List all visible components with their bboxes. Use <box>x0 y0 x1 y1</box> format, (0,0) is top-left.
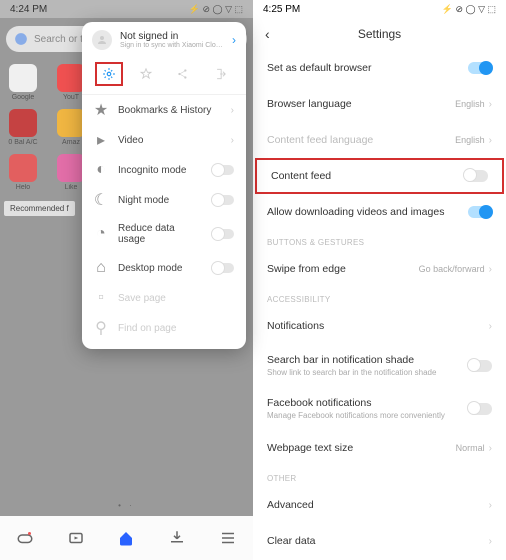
row-clear-data[interactable]: Clear data › <box>253 523 506 559</box>
chevron-right-icon: › <box>489 321 492 332</box>
search-placeholder: Search or ty <box>34 34 88 45</box>
page-title: Settings <box>285 27 474 41</box>
chevron-right-icon: › <box>489 99 492 110</box>
app-icon[interactable] <box>9 64 37 92</box>
chevron-right-icon: › <box>489 264 492 275</box>
app-label: Helo <box>16 184 30 191</box>
app-label: YouT <box>63 94 79 101</box>
menu-icon[interactable] <box>219 529 237 547</box>
toggle[interactable] <box>468 62 492 74</box>
game-icon[interactable] <box>16 529 34 547</box>
toggle[interactable] <box>468 360 492 372</box>
menu-data[interactable]: ◔ Reduce data usage <box>82 215 246 253</box>
share-button[interactable] <box>169 62 197 86</box>
chevron-right-icon: › <box>489 443 492 454</box>
status-icons: ⚡ ⊘ ◯ ▽ ⬚ <box>189 4 243 15</box>
clock: 4:24 PM <box>10 4 47 15</box>
toggle[interactable] <box>468 206 492 218</box>
google-icon <box>14 32 28 46</box>
avatar-icon <box>92 30 112 50</box>
play-icon: ▸ <box>94 133 108 147</box>
chevron-right-icon: › <box>489 500 492 511</box>
desktop-icon: ⌂ <box>94 261 108 275</box>
settings-header: ‹ Settings <box>253 18 506 50</box>
exit-button[interactable] <box>206 62 234 86</box>
browser-menu-popup: Not signed in Sign in to sync with Xiaom… <box>82 22 246 349</box>
status-bar-right: 4:25 PM ⚡ ⊘ ◯ ▽ ⬚ <box>253 0 506 18</box>
row-text-size[interactable]: Webpage text size Normal › <box>253 430 506 466</box>
toggle[interactable] <box>212 229 234 239</box>
chevron-right-icon: › <box>232 33 236 47</box>
download-icon[interactable] <box>168 529 186 547</box>
row-notifications[interactable]: Notifications › <box>253 308 506 344</box>
section-buttons: BUTTONS & GESTURES <box>253 230 506 251</box>
app-icon[interactable] <box>57 109 85 137</box>
moon-icon: ☾ <box>94 193 108 207</box>
gear-icon <box>102 67 116 81</box>
app-icon[interactable] <box>9 154 37 182</box>
chevron-right-icon: › <box>231 105 234 116</box>
app-label: Like <box>65 184 78 191</box>
toggle[interactable] <box>212 263 234 273</box>
left-screenshot: 4:24 PM ⚡ ⊘ ◯ ▽ ⬚ Search or ty Google Yo… <box>0 0 253 560</box>
bookmark-icon: ★ <box>94 103 108 117</box>
row-swipe[interactable]: Swipe from edge Go back/forward › <box>253 251 506 287</box>
save-icon: ▫ <box>94 291 108 305</box>
section-accessibility: ACCESSIBILITY <box>253 287 506 308</box>
back-button[interactable]: ‹ <box>265 26 285 42</box>
app-label: Amaz <box>62 139 80 146</box>
status-bar-left: 4:24 PM ⚡ ⊘ ◯ ▽ ⬚ <box>0 0 253 18</box>
favorite-button[interactable] <box>132 62 160 86</box>
video-icon[interactable] <box>67 529 85 547</box>
search-icon: ⚲ <box>94 321 108 335</box>
settings-button[interactable] <box>95 62 123 86</box>
row-fb-noti[interactable]: Facebook notifications Manage Facebook n… <box>253 387 506 430</box>
chevron-right-icon: › <box>489 536 492 547</box>
row-default-browser[interactable]: Set as default browser <box>253 50 506 86</box>
account-row[interactable]: Not signed in Sign in to sync with Xiaom… <box>82 22 246 56</box>
clock: 4:25 PM <box>263 4 300 15</box>
user-title: Not signed in <box>120 31 224 42</box>
app-label: Google <box>12 94 35 101</box>
row-search-noti[interactable]: Search bar in notification shade Show li… <box>253 344 506 387</box>
toggle[interactable] <box>212 165 234 175</box>
status-icons: ⚡ ⊘ ◯ ▽ ⬚ <box>442 4 496 15</box>
app-icon[interactable] <box>9 109 37 137</box>
section-other: OTHER <box>253 466 506 487</box>
menu-find: ⚲ Find on page <box>82 313 246 343</box>
exit-icon <box>213 67 227 81</box>
bottom-nav <box>0 516 253 560</box>
incognito-icon: ◐ <box>94 163 108 177</box>
app-icon[interactable] <box>57 154 85 182</box>
row-allow-download[interactable]: Allow downloading videos and images <box>253 194 506 230</box>
chevron-right-icon: › <box>231 135 234 146</box>
star-icon <box>139 67 153 81</box>
menu-save: ▫ Save page <box>82 283 246 313</box>
menu-incognito[interactable]: ◐ Incognito mode <box>82 155 246 185</box>
row-browser-language[interactable]: Browser language English › <box>253 86 506 122</box>
menu-video[interactable]: ▸ Video › <box>82 125 246 155</box>
share-icon <box>176 67 190 81</box>
user-subtitle: Sign in to sync with Xiaomi Clo… <box>120 42 224 49</box>
home-icon[interactable] <box>117 529 135 547</box>
menu-bookmarks[interactable]: ★ Bookmarks & History › <box>82 95 246 125</box>
toggle[interactable] <box>468 403 492 415</box>
row-content-feed[interactable]: Content feed <box>255 158 504 194</box>
toggle[interactable] <box>212 195 234 205</box>
recommended-tab[interactable]: Recommended f <box>4 201 75 216</box>
page-indicator: • · <box>0 501 253 510</box>
gauge-icon: ◔ <box>94 227 108 241</box>
app-label: 0 Bal A/C <box>8 139 37 146</box>
app-icon[interactable] <box>57 64 85 92</box>
menu-night[interactable]: ☾ Night mode <box>82 185 246 215</box>
toggle[interactable] <box>464 170 488 182</box>
right-screenshot: 4:25 PM ⚡ ⊘ ◯ ▽ ⬚ ‹ Settings Set as defa… <box>253 0 506 560</box>
row-advanced[interactable]: Advanced › <box>253 487 506 523</box>
chevron-right-icon: › <box>489 135 492 146</box>
menu-desktop[interactable]: ⌂ Desktop mode <box>82 253 246 283</box>
row-feed-language: Content feed language English › <box>253 122 506 158</box>
